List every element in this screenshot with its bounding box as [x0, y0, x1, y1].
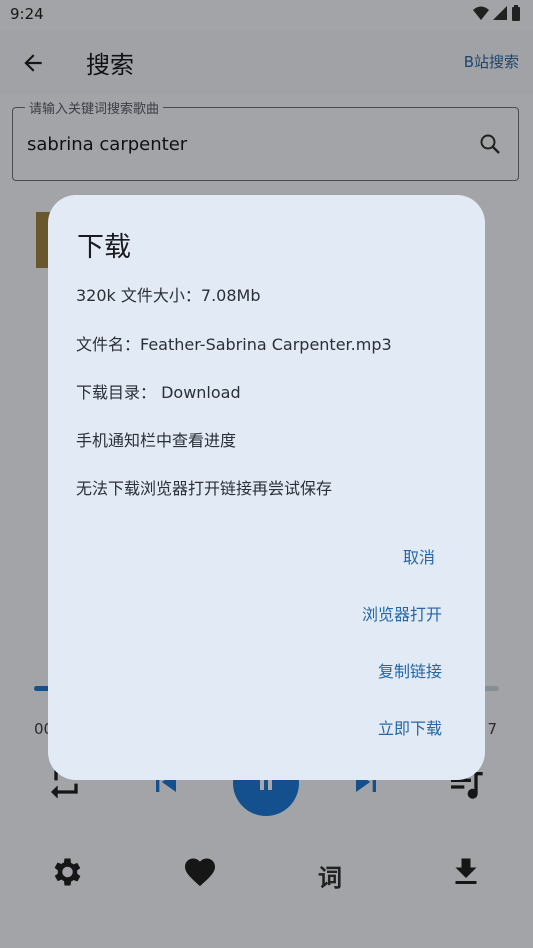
file-name-text: 文件名：Feather-Sabrina Carpenter.mp3: [76, 335, 392, 354]
open-in-browser-button[interactable]: 浏览器打开: [362, 601, 442, 625]
download-dir-text: 下载目录： Download: [76, 383, 241, 402]
cancel-button[interactable]: 取消: [403, 544, 435, 568]
copy-link-button[interactable]: 复制链接: [378, 658, 442, 682]
file-size-text: 320k 文件大小：7.08Mb: [76, 286, 261, 305]
notification-hint-text: 手机通知栏中查看进度: [76, 431, 237, 450]
download-now-button[interactable]: 立即下载: [378, 715, 442, 739]
browser-hint-text: 无法下载浏览器打开链接再尝试保存: [76, 479, 333, 498]
dialog-title: 下载: [77, 232, 131, 263]
download-dialog: 下载 320k 文件大小：7.08Mb 文件名：Feather-Sabrina …: [48, 195, 485, 780]
